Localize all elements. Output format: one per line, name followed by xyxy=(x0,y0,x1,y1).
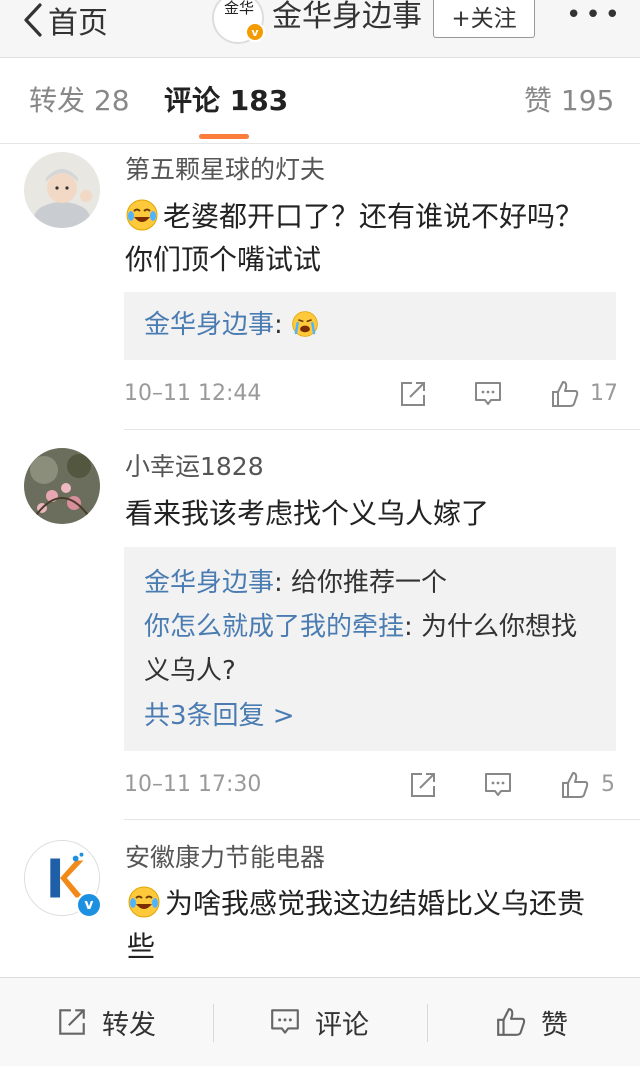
reply-line: 金华身边事: xyxy=(144,303,596,347)
comment-text-content: 为啥我感觉我这边结婚比义乌还贵些 xyxy=(127,887,586,963)
comment-button[interactable]: 评论 xyxy=(269,1004,369,1041)
avatar[interactable] xyxy=(24,152,100,228)
bottom-action-bar: 转发 评论 赞 xyxy=(0,977,640,1066)
verified-badge: v xyxy=(76,892,102,918)
chevron-left-icon xyxy=(24,3,42,37)
tab-comments[interactable]: 评论 183 xyxy=(164,82,288,120)
cry-emoji-icon xyxy=(292,311,318,337)
active-tab-indicator xyxy=(199,134,249,139)
comment-time: 10–11 17:30 xyxy=(124,772,262,797)
comment-text: 老婆都开口了？还有谁说不好吗？你们顶个嘴试试 xyxy=(125,195,595,281)
like-label: 赞 xyxy=(541,1009,568,1041)
comment-username[interactable]: 小幸运1828 xyxy=(125,451,264,483)
comment-text: 看来我该考虑找个义乌人嫁了 xyxy=(125,497,490,530)
comment-username[interactable]: 第五颗星球的灯夫 xyxy=(125,154,325,186)
reply-username[interactable]: 金华身边事 xyxy=(144,568,274,598)
comment-icon[interactable] xyxy=(473,379,503,409)
reply-line: 你怎么就成了我的牵挂: 为什么你想找义乌人? xyxy=(144,605,584,693)
more-replies-link[interactable]: 共3条回复 > xyxy=(144,693,596,739)
comment-divider xyxy=(124,429,640,430)
comment-label: 评论 xyxy=(315,1009,369,1041)
bottom-bar-separator xyxy=(427,1004,428,1042)
verified-badge: v xyxy=(245,22,265,42)
tab-repost[interactable]: 转发 28 xyxy=(29,82,130,120)
bottom-bar-separator xyxy=(213,1004,214,1042)
reply-box[interactable]: 金华身边事: 给你推荐一个 你怎么就成了我的牵挂: 为什么你想找义乌人? 共3条… xyxy=(124,547,616,751)
comment-meta: 10–11 17:30 5 xyxy=(124,768,616,802)
more-menu-button[interactable]: ••• xyxy=(566,2,624,28)
account-name[interactable]: 金华身边事 xyxy=(272,0,422,36)
like-button[interactable]: 赞 xyxy=(495,1004,568,1041)
reply-separator: : xyxy=(404,612,413,642)
reply-box[interactable]: 金华身边事: xyxy=(124,292,616,360)
comment-icon xyxy=(271,1009,299,1034)
reply-separator: : xyxy=(274,310,283,340)
comment-time: 10–11 12:44 xyxy=(124,381,262,406)
thumbs-up-icon xyxy=(497,1008,526,1036)
thumbs-up-icon[interactable] xyxy=(560,770,590,800)
top-nav-bar: 首页 金华 v 金华身边事 +关注 ••• xyxy=(0,0,640,58)
like-count: 5 xyxy=(601,772,615,797)
reply-username[interactable]: 金华身边事 xyxy=(144,310,274,340)
share-icon xyxy=(59,1009,85,1035)
repost-label: 转发 xyxy=(102,1009,156,1041)
reply-line: 金华身边事: 给你推荐一个 xyxy=(144,561,596,605)
comment-username[interactable]: 安徽康力节能电器 xyxy=(125,842,325,874)
comment-text-content: 老婆都开口了？还有谁说不好吗？你们顶个嘴试试 xyxy=(125,200,584,276)
back-label: 首页 xyxy=(48,6,108,41)
laugh-cry-emoji-icon xyxy=(126,199,158,231)
reply-separator: : xyxy=(274,568,283,598)
follow-button[interactable]: +关注 xyxy=(433,0,535,38)
share-icon[interactable] xyxy=(408,770,438,800)
back-button[interactable]: 首页 xyxy=(22,2,108,41)
comment-icon[interactable] xyxy=(483,770,513,800)
avatar[interactable] xyxy=(24,448,100,524)
comment-text: 为啥我感觉我这边结婚比义乌还贵些 xyxy=(127,882,597,968)
laugh-cry-emoji-icon xyxy=(128,886,160,918)
reply-text: 给你推荐一个 xyxy=(282,568,448,598)
share-icon[interactable] xyxy=(398,379,428,409)
thumbs-up-icon[interactable] xyxy=(550,379,580,409)
repost-button[interactable]: 转发 xyxy=(56,1004,156,1041)
tab-bar: 转发 28 评论 183 赞 195 xyxy=(0,58,640,144)
reply-username[interactable]: 你怎么就成了我的牵挂 xyxy=(144,612,404,642)
comment-divider xyxy=(124,819,640,820)
comment-meta: 10–11 12:44 17 xyxy=(124,377,618,411)
tab-likes[interactable]: 赞 195 xyxy=(524,82,614,120)
like-count: 17 xyxy=(590,381,618,406)
